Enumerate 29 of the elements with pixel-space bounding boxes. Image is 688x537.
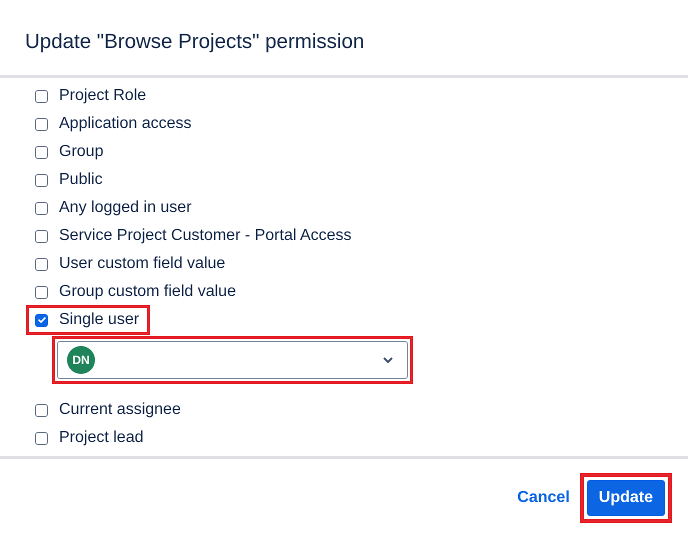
- checkbox[interactable]: [35, 118, 48, 130]
- option-label: Any logged in user: [59, 199, 192, 217]
- checkbox[interactable]: [35, 230, 48, 242]
- chevron-down-icon: [383, 357, 393, 363]
- option-label: Application access: [59, 115, 192, 133]
- option-label: User custom field value: [59, 255, 226, 273]
- checkmark-icon: [36, 315, 46, 325]
- checkbox[interactable]: [35, 258, 48, 270]
- checkbox[interactable]: [35, 146, 48, 158]
- user-select[interactable]: DN: [57, 341, 408, 379]
- checkbox[interactable]: [35, 202, 48, 214]
- checkbox[interactable]: [35, 174, 48, 186]
- update-button[interactable]: Update: [586, 480, 665, 516]
- option-label: Single user: [59, 311, 140, 329]
- option-label: Public: [59, 171, 103, 189]
- option-label: Project lead: [59, 429, 144, 447]
- cancel-link[interactable]: Cancel: [517, 489, 570, 507]
- checkbox[interactable]: [35, 432, 48, 444]
- user-avatar: DN: [67, 346, 95, 374]
- checkbox[interactable]: [35, 286, 48, 298]
- option-label: Group: [59, 143, 104, 161]
- checkbox[interactable]: [35, 404, 48, 416]
- dialog-title: Update "Browse Projects" permission: [25, 30, 366, 54]
- option-label: Current assignee: [59, 401, 181, 419]
- option-label: Service Project Customer - Portal Access: [59, 227, 352, 245]
- checkbox[interactable]: [35, 314, 48, 326]
- option-label: Project Role: [59, 87, 146, 105]
- checkbox[interactable]: [35, 90, 48, 102]
- option-label: Group custom field value: [59, 283, 236, 301]
